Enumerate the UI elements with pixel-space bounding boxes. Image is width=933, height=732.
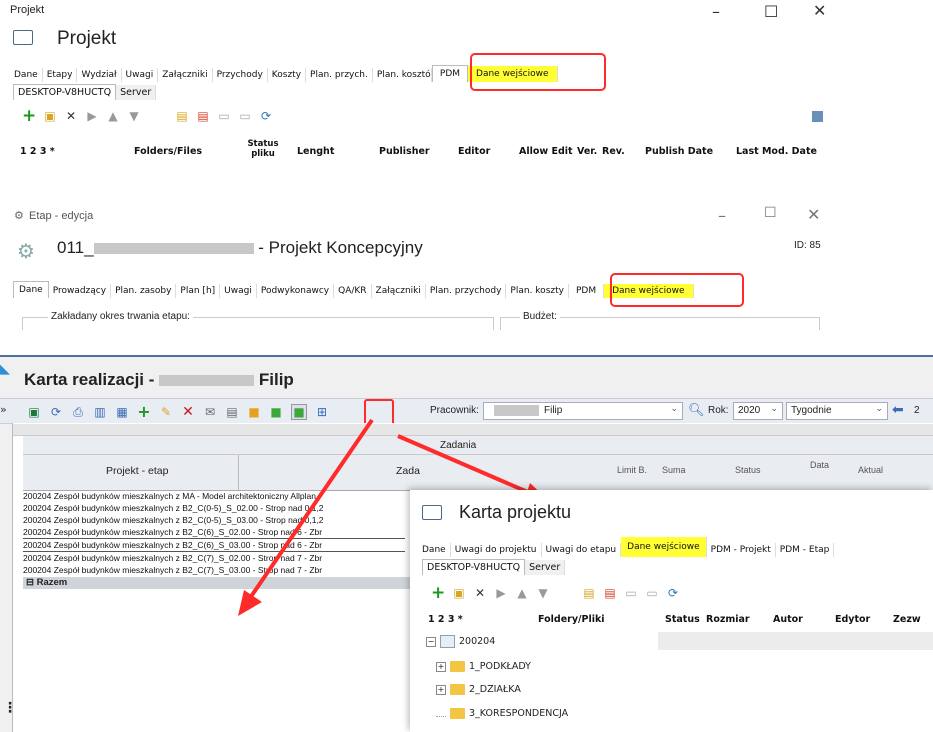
arrow-head-left xyxy=(238,590,262,616)
collapse-icon[interactable]: − xyxy=(426,636,436,647)
refresh-icon[interactable]: ⟳ xyxy=(666,586,680,600)
doc-icon[interactable]: ▭ xyxy=(624,586,638,600)
col-foldery-pliki[interactable]: Foldery/Pliki xyxy=(538,614,605,625)
karta-projektu-subtabs: DESKTOP-V8HUCTQ Server xyxy=(422,559,566,575)
tab-uwagi-etapu[interactable]: Uwagi do etapu xyxy=(542,543,622,557)
tree-folder-label: 1_PODKŁADY xyxy=(469,661,531,672)
tree-folder[interactable]: + 1_PODKŁADY xyxy=(436,661,531,672)
arrow-line-right xyxy=(397,434,531,495)
tab-uwagi-projektu[interactable]: Uwagi do projektu xyxy=(451,543,542,557)
upload-icon[interactable]: ▲ xyxy=(515,586,529,600)
tree-folder-label: 2_DZIAŁKA xyxy=(469,684,521,695)
tab-dane[interactable]: Dane xyxy=(418,543,451,557)
tree-connector xyxy=(436,711,446,717)
subtab-desktop[interactable]: DESKTOP-V8HUCTQ xyxy=(422,559,526,575)
folder-add-icon[interactable]: ▣ xyxy=(452,586,466,600)
expand-icon[interactable]: + xyxy=(436,661,446,672)
move-icon[interactable]: ▶ xyxy=(494,586,508,600)
delete-icon[interactable]: ✕ xyxy=(473,586,487,600)
add-icon[interactable]: + xyxy=(431,585,445,602)
folder-green-icon[interactable]: ▤ xyxy=(582,586,596,600)
tree-folder-label: 3_KORESPONDENCJA xyxy=(469,708,569,719)
folder-red-icon[interactable]: ▤ xyxy=(603,586,617,600)
tab-pdm-etap[interactable]: PDM - Etap xyxy=(776,543,835,557)
pdm-toolbar: + ▣ ✕ ▶ ▲ ▼ ▤ ▤ ▭ ▭ ⟳ xyxy=(431,585,680,602)
folder-icon xyxy=(450,661,465,672)
expand-icon[interactable]: + xyxy=(436,684,446,695)
col-rozmiar[interactable]: Rozmiar xyxy=(706,614,750,625)
col-status[interactable]: Status xyxy=(665,614,700,625)
col-priority[interactable]: 1 2 3 * xyxy=(428,614,463,625)
tab-dane-wejsciowe[interactable]: Dane wejściowe xyxy=(621,537,707,557)
subtab-server[interactable]: Server xyxy=(525,560,566,575)
col-edytor[interactable]: Edytor xyxy=(835,614,870,625)
folder-icon xyxy=(450,684,465,695)
briefcase-icon xyxy=(422,505,442,520)
tree-root-label: 200204 xyxy=(459,636,496,647)
file-tree: − 200204 + 1_PODKŁADY + 2_DZIAŁKA 3_KORE… xyxy=(422,632,933,732)
window-title: Karta projektu xyxy=(459,502,572,522)
col-autor[interactable]: Autor xyxy=(773,614,803,625)
tab-pdm-projekt[interactable]: PDM - Projekt xyxy=(707,543,776,557)
drive-icon xyxy=(440,635,455,648)
doc2-icon[interactable]: ▭ xyxy=(645,586,659,600)
folder-icon xyxy=(450,708,465,719)
tree-root-row-bg xyxy=(658,632,933,650)
download-icon[interactable]: ▼ xyxy=(536,586,550,600)
tree-folder[interactable]: + 2_DZIAŁKA xyxy=(436,684,521,695)
tree-folder[interactable]: 3_KORESPONDENCJA xyxy=(436,708,568,719)
col-zezw[interactable]: Zezw xyxy=(893,614,921,625)
tree-root[interactable]: − 200204 xyxy=(426,635,495,648)
karta-projektu-tabs: Dane Uwagi do projektu Uwagi do etapu Da… xyxy=(418,537,835,557)
arrow-line-left xyxy=(248,418,374,600)
